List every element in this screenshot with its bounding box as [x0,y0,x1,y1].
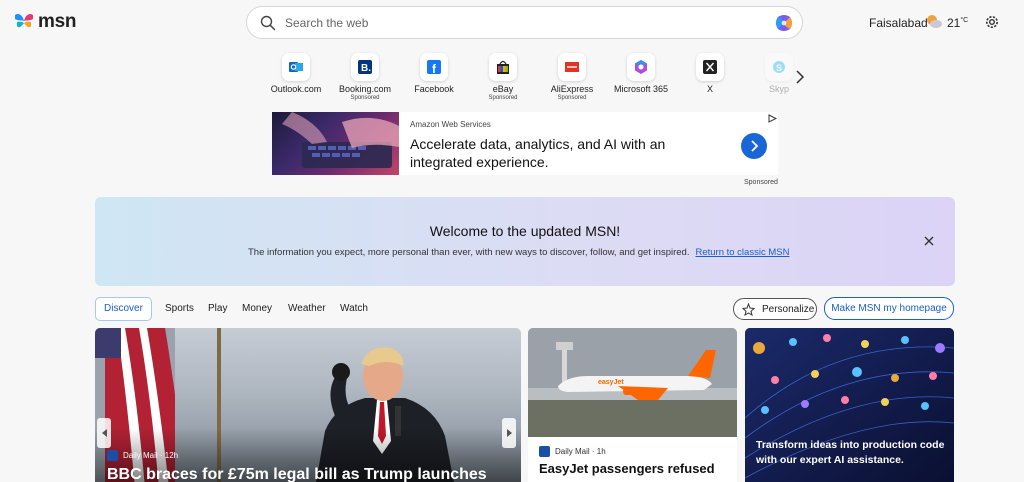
chevron-right-icon[interactable] [795,70,805,84]
x-logo-icon [696,53,724,81]
make-homepage-button[interactable]: Make MSN my homepage [824,297,954,320]
carousel-next-button[interactable] [502,418,516,448]
logo-text: msn [38,11,77,32]
aliexpress-icon [558,53,586,81]
search-box[interactable] [246,6,803,39]
chevron-left-icon [101,429,107,437]
copilot-icon[interactable] [774,13,794,33]
return-classic-link[interactable]: Return to classic MSN [695,247,789,258]
ad-sponsored-label: Sponsored [744,179,778,186]
location-label[interactable]: Faisalabad [869,16,928,30]
personalize-button[interactable]: Personalize [733,298,817,320]
ad-title[interactable]: Accelerate data, analytics, and AI with … [410,135,710,171]
ad-source: Amazon Web Services [410,120,491,129]
temperature[interactable]: 21°C [947,16,968,30]
chevron-right-icon [506,429,512,437]
search-icon [260,15,276,31]
microsoft365-icon [627,53,655,81]
story-source: Daily Mail · 1h [539,446,606,457]
quick-link-microsoft365[interactable]: Microsoft 365 [607,53,675,94]
tab-weather[interactable]: Weather [288,297,326,321]
ad-image [272,112,399,175]
svg-text:easyJet: easyJet [598,379,624,386]
story-headline[interactable]: EasyJet passengers refused [539,461,715,476]
quick-link-ebay[interactable]: eBay Sponsored [469,53,537,101]
quick-link-outlook[interactable]: Outlook.com [262,53,330,94]
tab-sports[interactable]: Sports [165,297,194,321]
ebay-bag-icon [489,53,517,81]
settings-gear-icon[interactable] [984,14,1000,30]
tab-money[interactable]: Money [242,297,272,321]
quick-link-facebook[interactable]: f Facebook [400,53,468,94]
tab-play[interactable]: Play [208,297,227,321]
carousel-prev-button[interactable] [97,418,111,448]
facebook-icon: f [420,53,448,81]
welcome-banner: Welcome to the updated MSN! The informat… [95,197,955,286]
svg-text:S: S [776,63,782,73]
top-story-card[interactable]: Daily Mail · 12h BBC braces for £75m leg… [95,328,521,482]
story-source: Daily Mail · 12h [107,450,178,461]
outlook-icon [282,53,310,81]
dailymail-logo-icon [539,446,550,457]
msn-logo[interactable]: msn [13,11,76,33]
ad-go-button[interactable] [741,133,767,159]
banner-text: The information you expect, more persona… [248,247,790,258]
sponsored-ad[interactable]: Amazon Web Services Accelerate data, ana… [272,112,778,175]
promo-card[interactable]: Transform ideas into production code wit… [745,328,954,482]
dailymail-logo-icon [107,450,118,461]
search-input[interactable] [285,14,755,32]
chevron-right-icon [751,140,759,152]
adchoices-icon[interactable] [768,114,777,123]
story-headline[interactable]: BBC braces for £75m legal bill as Trump … [107,466,487,482]
quick-links-bar: Outlook.com B. Booking.com Sponsored f F… [262,53,793,105]
airplane-photo: easyJet [528,328,737,437]
tab-watch[interactable]: Watch [340,297,368,321]
booking-icon: B. [351,53,379,81]
close-icon[interactable] [924,236,934,246]
quick-link-booking[interactable]: B. Booking.com Sponsored [331,53,399,101]
tab-discover[interactable]: Discover [95,297,152,321]
svg-text:B.: B. [361,63,371,74]
skype-icon: S [765,53,793,81]
sparkle-star-icon [742,303,755,316]
quick-link-x[interactable]: X [676,53,744,94]
quick-link-aliexpress[interactable]: AliExpress Sponsored [538,53,606,101]
banner-title: Welcome to the updated MSN! [429,223,621,239]
promo-text[interactable]: Transform ideas into production code wit… [756,438,946,468]
story-card[interactable]: easyJet Daily Mail · 1h EasyJet passenge… [528,328,737,482]
partly-cloudy-icon[interactable] [925,13,943,29]
msn-butterfly-icon [15,13,33,28]
